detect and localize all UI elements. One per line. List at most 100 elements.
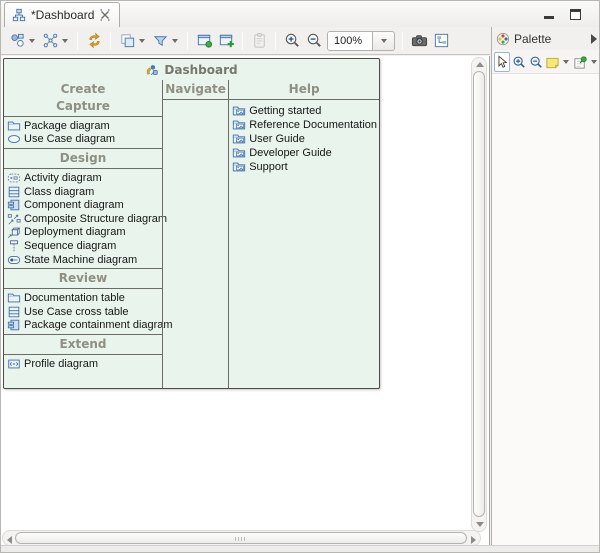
copy-appearance-button[interactable] [116,30,138,52]
item-composite-structure-diagram[interactable]: Composite Structure diagram [4,212,162,226]
item-label: Getting started [249,105,321,117]
help-link-icon [232,104,246,118]
item-class-diagram[interactable]: Class diagram [4,185,162,199]
connections-graph-button[interactable] [39,30,61,52]
documentation-table-icon [7,291,21,305]
help-item-reference-documentation[interactable]: Reference Documentation [229,118,379,132]
item-state-machine-diagram[interactable]: State Machine diagram [4,253,162,267]
window-add-button[interactable] [215,30,237,52]
item-label: Package diagram [24,120,110,132]
help-link-icon [232,132,246,146]
close-icon[interactable] [99,9,111,21]
item-label: Deployment diagram [24,226,126,238]
usecase-diagram-icon [7,132,21,146]
vertical-scrollbar[interactable] [471,57,487,532]
item-label: Reference Documentation [249,119,377,131]
scroll-right-arrow-icon[interactable] [471,536,476,544]
item-activity-diagram[interactable]: Activity diagram [4,171,162,185]
zoom-in-icon [284,32,301,49]
scroll-down-arrow-icon[interactable] [476,522,484,527]
chevron-down-icon[interactable] [563,60,569,64]
paste-icon [251,32,268,49]
toolbar-separator [77,32,78,50]
item-label: User Guide [249,133,305,145]
maximize-button[interactable] [568,8,583,21]
item-label: Composite Structure diagram [24,213,167,225]
note-icon [545,55,559,69]
palette-zoom-out-tool[interactable] [528,52,544,72]
palette-header[interactable]: Palette [492,27,600,50]
zoom-in-button[interactable] [281,30,303,52]
chevron-down-icon[interactable] [29,39,35,43]
filters-button[interactable] [149,30,171,52]
item-label: Support [249,161,288,173]
paste-button[interactable] [248,30,270,52]
filter-funnel-icon [152,32,169,49]
chevron-down-icon [381,39,387,43]
diagram-hierarchy-icon [12,8,26,22]
toolbar-separator [187,32,188,50]
toolbar-separator [402,32,403,50]
item-label: Documentation table [24,292,125,304]
horizontal-scrollbar[interactable] [2,530,481,546]
horizontal-scrollbar-thumb[interactable] [15,532,467,544]
state-machine-diagram-icon [7,253,21,267]
item-component-diagram[interactable]: Component diagram [4,198,162,212]
scroll-left-arrow-icon[interactable] [7,536,12,544]
activity-diagram-icon [7,171,21,185]
toolbar-separator [110,32,111,50]
item-documentation-table[interactable]: Documentation table [4,291,162,305]
diagram-window-button[interactable] [430,30,452,52]
item-label: Sequence diagram [24,240,116,252]
help-item-developer-guide[interactable]: Developer Guide [229,146,379,160]
maximize-icon [570,9,581,20]
help-item-support[interactable]: Support [229,160,379,174]
minimize-icon [544,16,554,19]
sync-button[interactable] [83,30,105,52]
extend-header: Extend [4,335,162,354]
select-tool[interactable] [494,52,510,72]
camera-screenshot-button[interactable] [408,30,430,52]
zoom-level-combo[interactable]: 100% [327,31,395,51]
item-usecase-diagram[interactable]: Use Case diagram [4,133,162,147]
profile-diagram-icon [7,357,21,371]
chevron-down-icon[interactable] [591,60,597,64]
help-item-user-guide[interactable]: User Guide [229,132,379,146]
item-package-containment-diagram[interactable]: Package containment diagram [4,319,162,333]
item-profile-diagram[interactable]: Profile diagram [4,357,162,371]
navigate-header: Navigate [163,80,228,99]
minimize-button[interactable] [542,8,557,21]
dashboard-panel: Dashboard Create Capture Package diagram [3,58,380,389]
help-item-getting-started[interactable]: Getting started [229,104,379,118]
vertical-scrollbar-thumb[interactable] [473,71,485,517]
diagram-elements-button[interactable] [6,30,28,52]
palette-icon [496,32,510,46]
diagram-editor-canvas[interactable]: Dashboard Create Capture Package diagram [1,56,490,547]
item-deployment-diagram[interactable]: Deployment diagram [4,226,162,240]
item-label: Profile diagram [24,358,98,370]
scroll-up-arrow-icon[interactable] [476,62,484,67]
zoom-out-button[interactable] [303,30,325,52]
palette-zoom-in-tool[interactable] [511,52,527,72]
help-link-icon [232,160,246,174]
editor-tab-bar: *Dashboard [1,1,600,27]
item-package-diagram[interactable]: Package diagram [4,119,162,133]
zoom-level-dropdown-button[interactable] [373,31,395,51]
design-header: Design [4,149,162,168]
window-snapshot-button[interactable] [193,30,215,52]
zoom-level-value[interactable]: 100% [327,31,373,51]
toolbar-separator [275,32,276,50]
chevron-down-icon[interactable] [62,39,68,43]
connections-graph-icon [42,32,59,49]
link-note-tool[interactable] [572,52,588,72]
camera-icon [411,32,428,49]
tab-dashboard[interactable]: *Dashboard [4,2,120,27]
chevron-down-icon[interactable] [139,39,145,43]
note-tool[interactable] [545,52,561,72]
item-usecase-cross-table[interactable]: Use Case cross table [4,305,162,319]
dashboard-column-create: Create Capture Package diagram Use Case … [4,80,162,388]
palette-tools [492,50,600,74]
item-sequence-diagram[interactable]: Sequence diagram [4,239,162,253]
palette-expand-icon[interactable] [591,34,597,44]
chevron-down-icon[interactable] [172,39,178,43]
